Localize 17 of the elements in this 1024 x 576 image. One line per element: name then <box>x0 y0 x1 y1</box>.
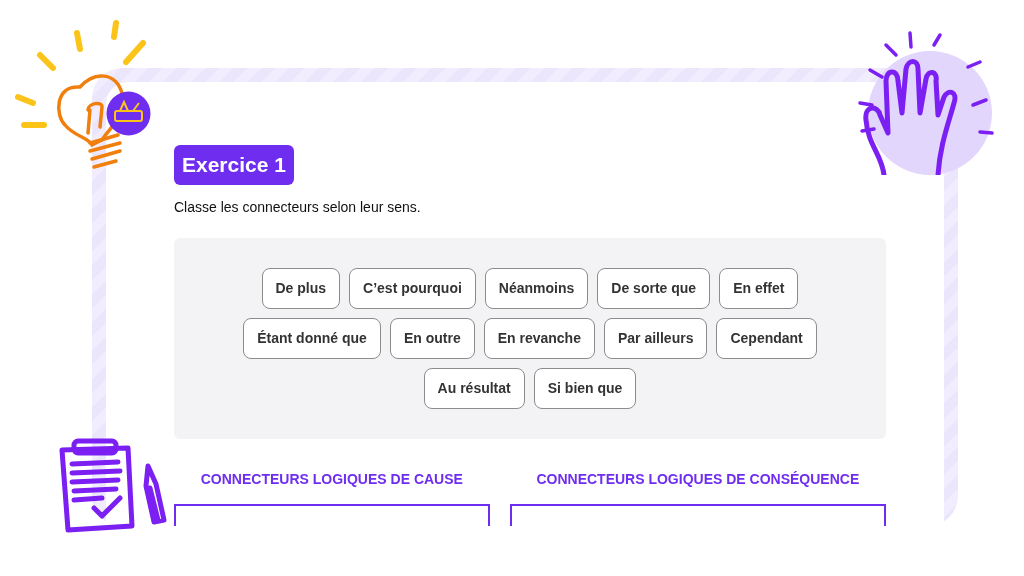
category-title: CONNECTEURS LOGIQUES DE CONSÉQUENCE <box>535 469 861 489</box>
connector-chip[interactable]: Au résultat <box>423 367 525 409</box>
connector-chip[interactable]: Par ailleurs <box>603 317 708 359</box>
connector-chip[interactable]: Cependant <box>716 317 817 359</box>
instruction-text: Classe les connecteurs selon leur sens. <box>174 197 422 217</box>
exercise-title: Exercice 1 <box>174 145 294 185</box>
category-title: CONNECTEURS LOGIQUES DE CAUSE <box>199 469 464 489</box>
connector-chip[interactable]: De plus <box>261 267 341 309</box>
connector-chip[interactable]: En effet <box>719 267 799 309</box>
connector-chip[interactable]: En outre <box>389 317 475 359</box>
pencil-case-icon <box>106 91 151 136</box>
connector-chip[interactable]: De sorte que <box>597 267 711 309</box>
connector-chip[interactable]: Étant donné que <box>243 317 381 359</box>
connector-chip[interactable]: Si bien que <box>533 367 637 409</box>
connector-chip[interactable]: En revanche <box>483 317 595 359</box>
connector-chip[interactable]: Néanmoins <box>484 267 589 309</box>
connector-chip[interactable]: C’est pourquoi <box>349 267 476 309</box>
